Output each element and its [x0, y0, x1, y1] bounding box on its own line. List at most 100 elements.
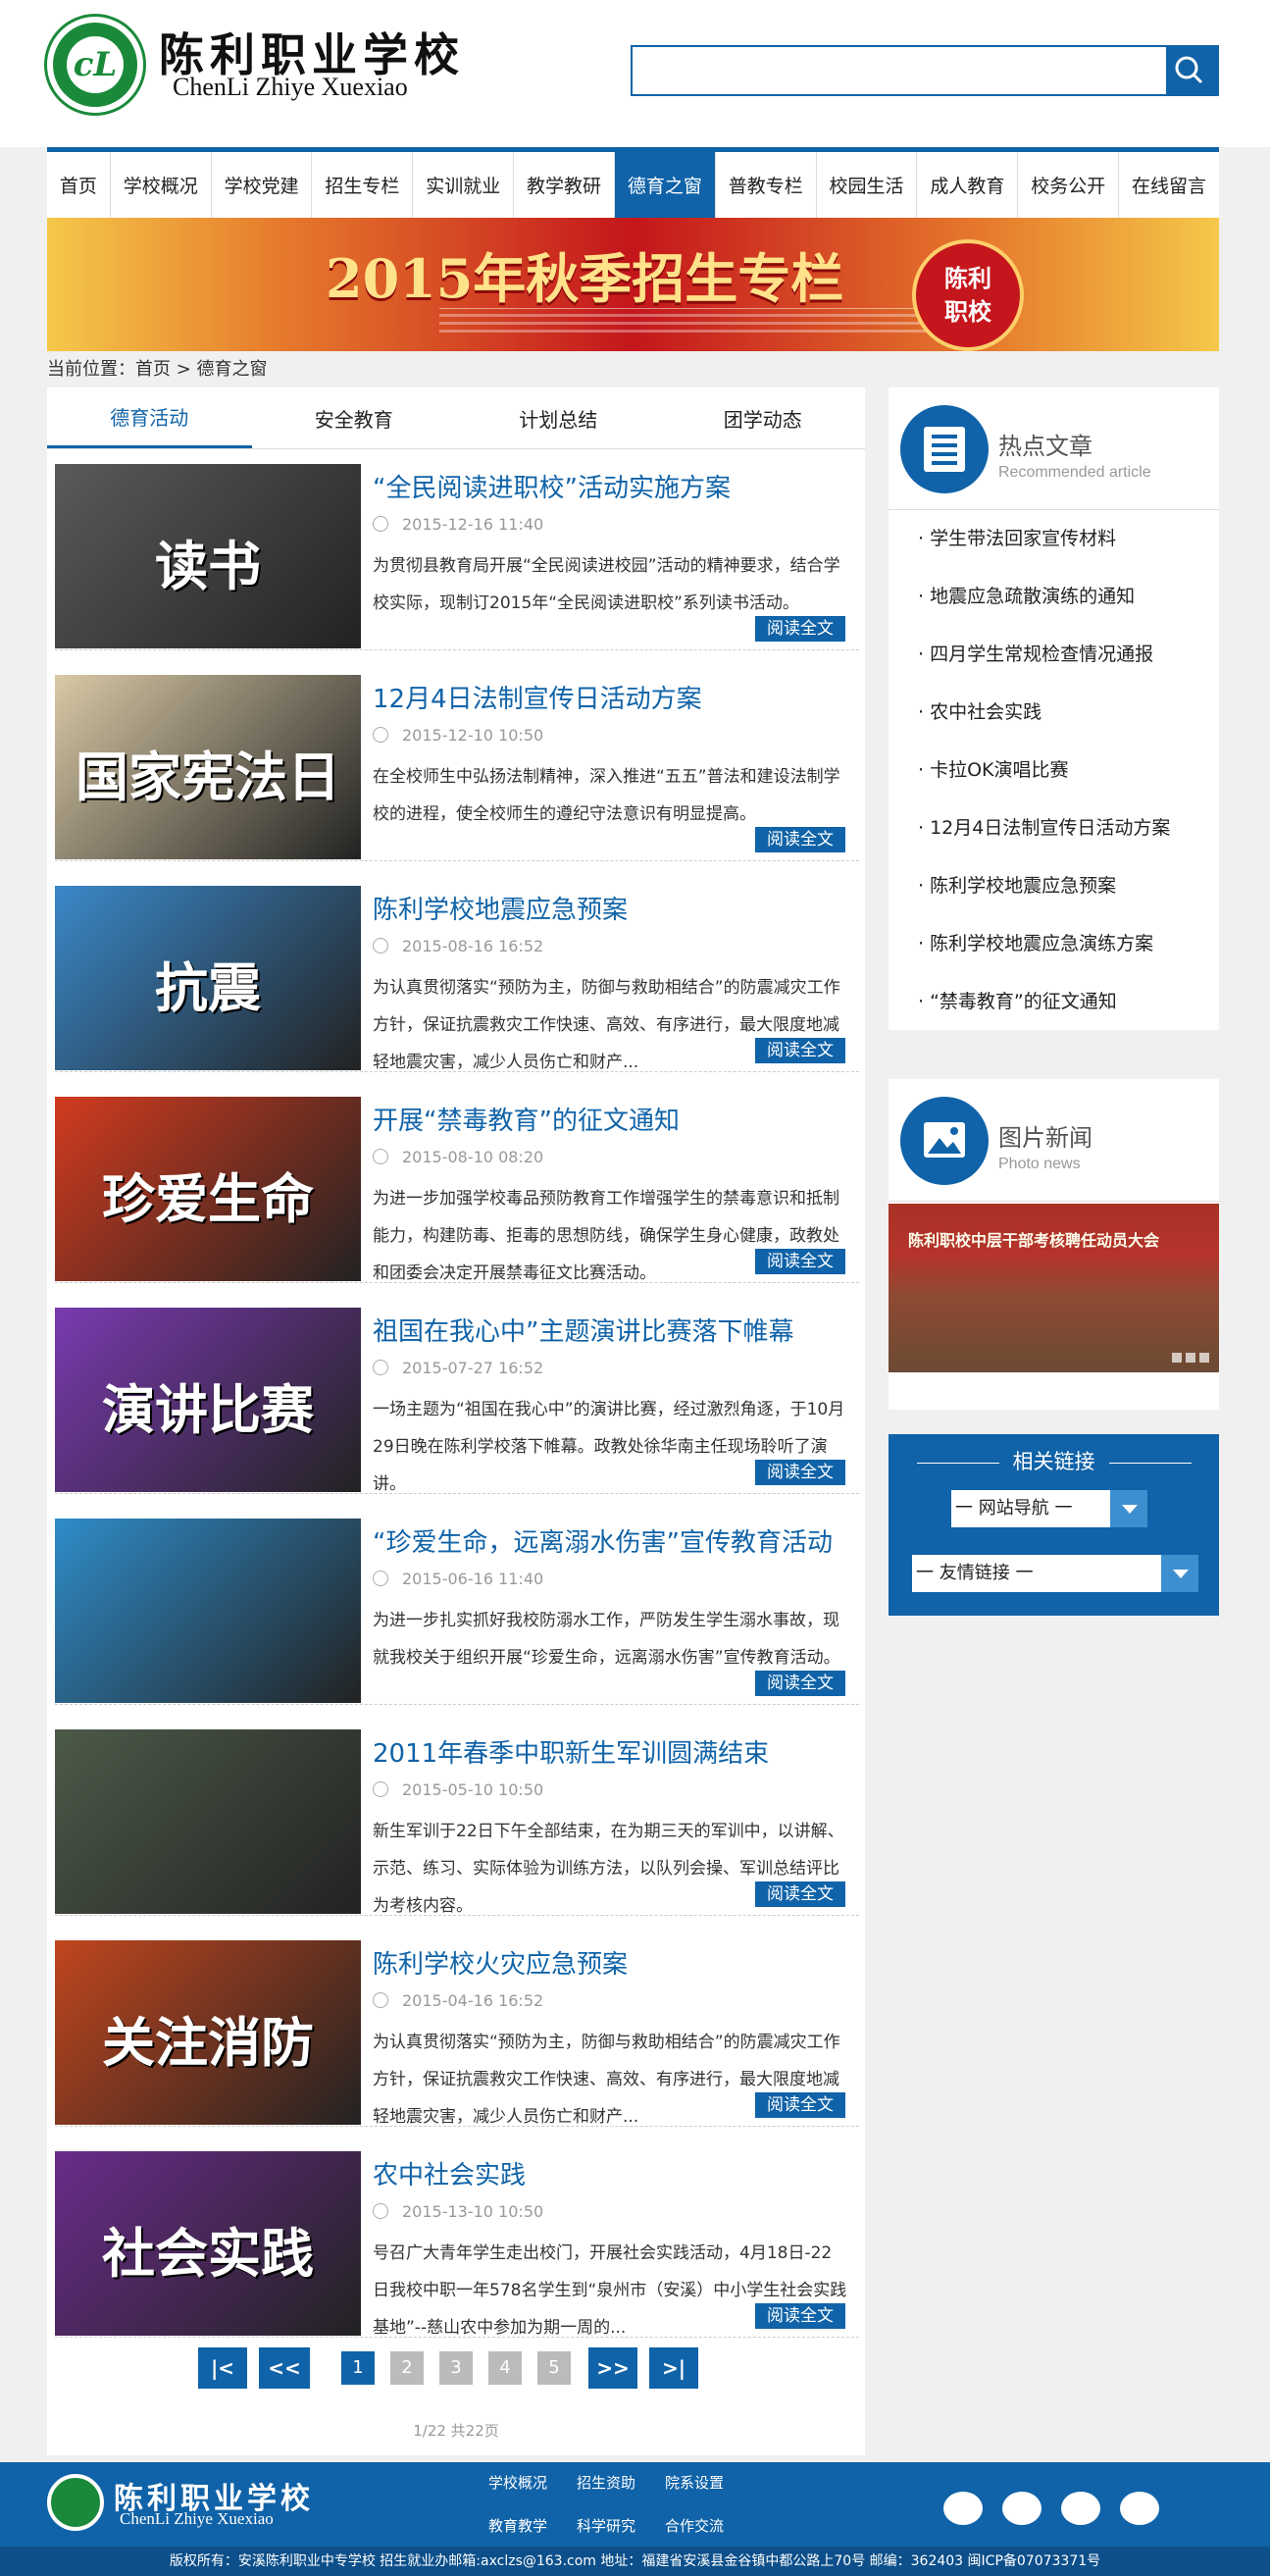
hot-article-link[interactable]: · 四月学生常规检查情况通报 [889, 640, 1219, 697]
tencent-weibo-icon[interactable] [1002, 2492, 1041, 2525]
qq-icon[interactable] [1061, 2492, 1100, 2525]
article-date-text: 2015-04-16 16:52 [402, 1991, 544, 2010]
footer-link[interactable]: 合作交流 [665, 2515, 724, 2536]
read-more-button[interactable]: 阅读全文 [755, 1249, 845, 1274]
hot-article-link[interactable]: · 陈利学校地震应急预案 [889, 871, 1219, 929]
nav-item[interactable]: 普教专栏 [716, 152, 817, 218]
read-more-button[interactable]: 阅读全文 [755, 2092, 845, 2118]
read-more-button[interactable]: 阅读全文 [755, 616, 845, 642]
article-thumbnail[interactable]: 关注消防 [55, 1940, 361, 2125]
hot-article-link[interactable]: · 卡拉OK演唱比赛 [889, 755, 1219, 813]
read-more-button[interactable]: 阅读全文 [755, 827, 845, 852]
site-nav-select-value: 一 网站导航 一 [955, 1498, 1073, 1519]
article-item: 抗震 陈利学校地震应急预案 2015-08-16 16:52 为认真贯彻落实“预防为主… [55, 876, 859, 1072]
hot-article-link[interactable]: · 12月4日法制宣传日活动方案 [889, 813, 1219, 871]
hot-article-link[interactable]: · “禁毒教育”的征文通知 [889, 987, 1219, 1045]
category-tabs: 德育活动 安全教育 计划总结 团学动态 [47, 387, 865, 449]
hot-article-link[interactable]: · 陈利学校地震应急演练方案 [889, 929, 1219, 987]
article-date-text: 2015-08-16 16:52 [402, 937, 544, 955]
article-thumbnail[interactable]: 演讲比赛 [55, 1308, 361, 1492]
nav-item[interactable]: 实训就业 [413, 152, 515, 218]
pager-first-button[interactable]: |< [198, 2347, 247, 2389]
footer-link[interactable]: 学校概况 [488, 2472, 547, 2493]
pager-page-button[interactable]: 5 [537, 2351, 571, 2385]
article-summary: 为进一步加强学校毒品预防教育工作增强学生的禁毒意识和抵制能力，构建防毒、拒毒的思… [373, 1189, 839, 1283]
read-more-button[interactable]: 阅读全文 [755, 2303, 845, 2329]
article-date-text: 2015-12-16 11:40 [402, 515, 544, 534]
article-title[interactable]: “珍爱生命，远离溺水伤害”宣传教育活动 [373, 1522, 833, 1559]
tab-item[interactable]: 德育活动 [47, 387, 252, 448]
footer-link[interactable]: 科学研究 [577, 2515, 635, 2536]
wechat-icon[interactable] [1120, 2492, 1159, 2525]
article-date-text: 2015-13-10 10:50 [402, 2202, 544, 2221]
nav-item[interactable]: 校园生活 [817, 152, 918, 218]
article-title[interactable]: 12月4日法制宣传日活动方案 [373, 679, 702, 715]
thumbnail-text: 关注消防 [102, 2011, 314, 2074]
tab-item[interactable]: 安全教育 [252, 387, 457, 448]
search-icon [1175, 56, 1203, 84]
copyright: 版权所有：安溪陈利职业中专学校 招生就业办邮箱:axclzs@163.com 地… [0, 2547, 1270, 2576]
enrollment-banner[interactable]: 2015年秋季招生专栏 陈利 职校 [47, 218, 1219, 351]
pager-last-button[interactable]: >| [649, 2347, 698, 2389]
article-item: 珍爱生命 开展“禁毒教育”的征文通知 2015-08-10 08:20 为进一步加强学… [55, 1087, 859, 1283]
nav-item[interactable]: 在线留言 [1119, 152, 1219, 218]
article-thumbnail[interactable]: 社会实践 [55, 2151, 361, 2336]
article-title[interactable]: 2011年春季中职新生军训圆满结束 [373, 1733, 769, 1770]
footer-link[interactable]: 院系设置 [665, 2472, 724, 2493]
nav-item[interactable]: 德育之窗 [614, 152, 716, 218]
slider-dots[interactable] [1168, 1348, 1209, 1366]
article-thumbnail[interactable] [55, 1729, 361, 1914]
article-thumbnail[interactable]: 珍爱生命 [55, 1097, 361, 1281]
pager-next-button[interactable]: >> [588, 2347, 637, 2389]
pager-page-button[interactable]: 2 [390, 2351, 424, 2385]
read-more-button[interactable]: 阅读全文 [755, 1460, 845, 1485]
nav-item[interactable]: 招生专栏 [312, 152, 414, 218]
article-title[interactable]: 陈利学校火灾应急预案 [373, 1944, 628, 1981]
article-title[interactable]: 开展“禁毒教育”的征文通知 [373, 1101, 680, 1137]
article-thumbnail[interactable] [55, 1519, 361, 1703]
read-more-button[interactable]: 阅读全文 [755, 1881, 845, 1907]
article-title[interactable]: 陈利学校地震应急预案 [373, 890, 628, 926]
read-more-button[interactable]: 阅读全文 [755, 1038, 845, 1063]
article-title[interactable]: 农中社会实践 [373, 2155, 526, 2191]
pager-page-button[interactable]: 1 [341, 2351, 375, 2385]
banner-seal: 陈利 职校 [912, 239, 1024, 351]
school-logo[interactable]: cL [47, 17, 143, 113]
hot-article-link[interactable]: · 农中社会实践 [889, 697, 1219, 755]
article-thumbnail[interactable]: 读书 [55, 464, 361, 648]
tab-item[interactable]: 团学动态 [661, 387, 866, 448]
nav-item[interactable]: 校务公开 [1018, 152, 1120, 218]
photo-news-subtitle: Photo news [998, 1156, 1081, 1172]
article-item: 读书 “全民阅读进职校”活动实施方案 2015-12-16 11:40 为贯彻县教育局… [55, 454, 859, 650]
search-button[interactable] [1166, 47, 1217, 94]
hot-article-link[interactable]: · 地震应急疏散演练的通知 [889, 582, 1219, 640]
site-nav-select[interactable]: 一 网站导航 一 [951, 1490, 1147, 1527]
pager-prev-button[interactable]: << [259, 2347, 310, 2389]
picture-icon [900, 1097, 989, 1185]
footer-link[interactable]: 招生资助 [577, 2472, 635, 2493]
article-date: 2015-08-16 16:52 [373, 937, 543, 955]
article-thumbnail[interactable]: 抗震 [55, 886, 361, 1070]
article-title[interactable]: “全民阅读进职校”活动实施方案 [373, 468, 731, 504]
weibo-icon[interactable] [943, 2492, 983, 2525]
nav-item[interactable]: 成人教育 [917, 152, 1019, 218]
related-links-title: 相关链接 [889, 1446, 1219, 1475]
tab-item[interactable]: 计划总结 [456, 387, 661, 448]
search-box[interactable] [631, 45, 1219, 96]
pager-page-button[interactable]: 4 [488, 2351, 522, 2385]
article-list-panel: 德育活动 安全教育 计划总结 团学动态 读书 “全民阅读进职校”活动实施方案 2015-1… [47, 387, 865, 2455]
article-title[interactable]: 祖国在我心中”主题演讲比赛落下帷幕 [373, 1312, 793, 1348]
photo-news-image[interactable]: 陈利职校中层干部考核聘任动员大会 [889, 1204, 1219, 1372]
friend-links-select[interactable]: 一 友情链接 一 [912, 1555, 1198, 1592]
nav-item[interactable]: 首页 [47, 152, 111, 218]
nav-item[interactable]: 教学教研 [514, 152, 615, 218]
article-thumbnail[interactable]: 国家宪法日 [55, 675, 361, 859]
clock-icon [373, 727, 388, 743]
pager-page-button[interactable]: 3 [439, 2351, 473, 2385]
newspaper-icon [900, 405, 989, 493]
nav-item[interactable]: 学校党建 [212, 152, 313, 218]
footer-link[interactable]: 教育教学 [488, 2515, 547, 2536]
hot-article-link[interactable]: · 学生带法回家宣传材料 [889, 524, 1219, 582]
nav-item[interactable]: 学校概况 [111, 152, 212, 218]
read-more-button[interactable]: 阅读全文 [755, 1671, 845, 1696]
